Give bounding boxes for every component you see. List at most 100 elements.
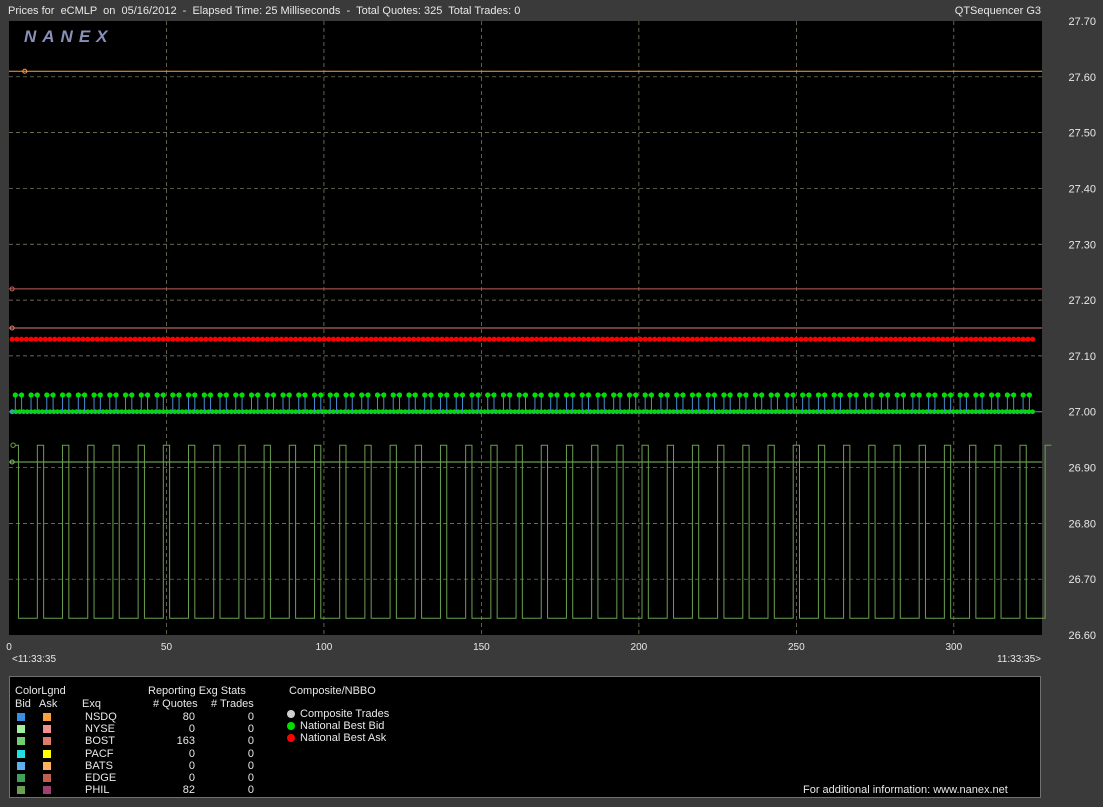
- national-best-ask-point: [28, 336, 34, 342]
- national-best-ask-point: [85, 336, 91, 342]
- national-best-ask-point: [845, 336, 851, 342]
- colorlgnd-title: ColorLgnd: [15, 685, 66, 697]
- national-best-bid-point: [396, 392, 403, 398]
- national-best-ask-point: [732, 336, 738, 342]
- national-best-bid-point: [176, 392, 182, 398]
- national-best-ask-point: [689, 336, 696, 342]
- y-tick-label: 26.90: [1068, 463, 1096, 475]
- national-best-ask-point: [581, 336, 587, 342]
- national-best-ask-point: [637, 336, 644, 342]
- national-best-ask-point: [911, 336, 918, 342]
- national-best-ask-point: [378, 336, 384, 342]
- national-best-bid-point: [453, 392, 459, 398]
- national-best-bid-point: [302, 392, 308, 398]
- exchange-name: EDGE: [85, 772, 117, 784]
- national-best-ask-point: [42, 336, 48, 342]
- national-best-bid-point: [422, 392, 428, 398]
- national-best-ask-point: [973, 336, 979, 342]
- national-best-ask-point: [524, 336, 530, 342]
- national-best-bid-point: [759, 392, 765, 398]
- national-best-bid-point: [475, 392, 481, 398]
- national-best-ask-point: [66, 336, 72, 342]
- trade-count: 0: [247, 723, 254, 736]
- national-best-ask-point: [207, 336, 214, 342]
- national-best-bid-point: [532, 392, 538, 398]
- national-best-bid-point: [737, 392, 743, 398]
- national-best-bid-point: [800, 392, 806, 398]
- national-best-bid-point: [170, 392, 176, 398]
- national-best-ask-point: [963, 336, 970, 342]
- national-best-ask-point: [411, 336, 417, 342]
- national-best-ask-point: [864, 336, 870, 342]
- national-best-ask-point: [198, 336, 204, 342]
- national-best-bid-point: [642, 392, 648, 398]
- national-best-ask-point: [789, 336, 795, 342]
- national-best-ask-point: [916, 336, 922, 342]
- national-best-ask-point: [836, 336, 842, 342]
- national-best-ask-point: [259, 336, 266, 342]
- national-best-bid-point: [648, 392, 655, 398]
- national-best-ask-point: [33, 336, 39, 342]
- national-best-bid-point: [1026, 392, 1033, 398]
- quote-count: 0: [188, 772, 195, 784]
- ask-color-swatch: [43, 749, 51, 758]
- national-best-bid-point: [270, 392, 277, 398]
- national-best-bid-point: [18, 392, 25, 398]
- national-best-ask-point: [396, 336, 403, 342]
- national-best-bid-point: [995, 392, 1001, 398]
- national-best-ask-point: [491, 336, 497, 342]
- national-best-ask-point: [529, 336, 535, 342]
- national-best-bid-point: [437, 392, 444, 398]
- national-best-ask-point: [340, 336, 346, 342]
- national-best-ask-point: [874, 336, 880, 342]
- national-best-bid-point: [611, 392, 617, 398]
- national-best-bid-point: [522, 392, 529, 398]
- national-best-bid-point: [343, 392, 349, 398]
- national-best-ask-point: [255, 336, 261, 342]
- national-best-ask-point: [448, 336, 455, 342]
- national-best-ask-point: [661, 336, 667, 342]
- national-best-ask-point: [515, 336, 521, 342]
- national-best-bid-point: [869, 392, 875, 398]
- national-best-ask-point: [1025, 336, 1031, 342]
- national-best-ask-point: [477, 336, 483, 342]
- national-best-ask-point: [118, 336, 124, 342]
- y-tick-label: 27.70: [1068, 16, 1096, 28]
- national-best-ask-point: [926, 336, 932, 342]
- national-best-ask-point: [37, 336, 44, 342]
- y-tick-label: 27.30: [1068, 239, 1096, 251]
- national-best-ask-point: [222, 336, 228, 342]
- national-best-bid-point: [381, 392, 387, 398]
- price-chart: 27.70 27.60 27.50 27.40 27.30 27.20 27.10 27.00…: [6, 16, 1096, 665]
- national-best-ask-point: [737, 336, 743, 342]
- national-best-bid-point: [926, 392, 932, 398]
- national-best-ask-point: [921, 336, 927, 342]
- x-tick-label: 100: [316, 642, 333, 653]
- national-best-bid-point: [459, 392, 466, 398]
- national-best-ask-point: [826, 336, 833, 342]
- national-best-ask-point: [765, 336, 771, 342]
- national-best-bid-point: [916, 392, 922, 398]
- national-best-ask-point: [642, 336, 648, 342]
- national-best-ask-point: [108, 336, 114, 342]
- national-best-ask-point: [326, 336, 332, 342]
- national-best-ask-point: [47, 336, 53, 342]
- national-best-ask-point: [699, 336, 705, 342]
- national-best-ask-point: [633, 336, 639, 342]
- national-best-ask-point: [977, 336, 984, 342]
- national-best-ask-point: [89, 336, 96, 342]
- national-best-ask-point: [718, 336, 724, 342]
- national-best-ask-point: [316, 336, 322, 342]
- national-best-ask-point: [623, 336, 629, 342]
- national-best-bid-point: [680, 392, 686, 398]
- national-best-ask-point: [274, 336, 280, 342]
- national-best-ask-point: [141, 336, 148, 342]
- national-best-bid-point: [129, 392, 135, 398]
- ask-color-swatch: [43, 761, 51, 770]
- national-best-ask-point: [387, 336, 393, 342]
- ask-color-swatch: [43, 786, 51, 795]
- national-best-bid-point: [570, 392, 576, 398]
- national-best-ask-point: [703, 336, 710, 342]
- y-tick-label: 27.40: [1068, 183, 1096, 195]
- national-best-bid-point: [160, 392, 166, 398]
